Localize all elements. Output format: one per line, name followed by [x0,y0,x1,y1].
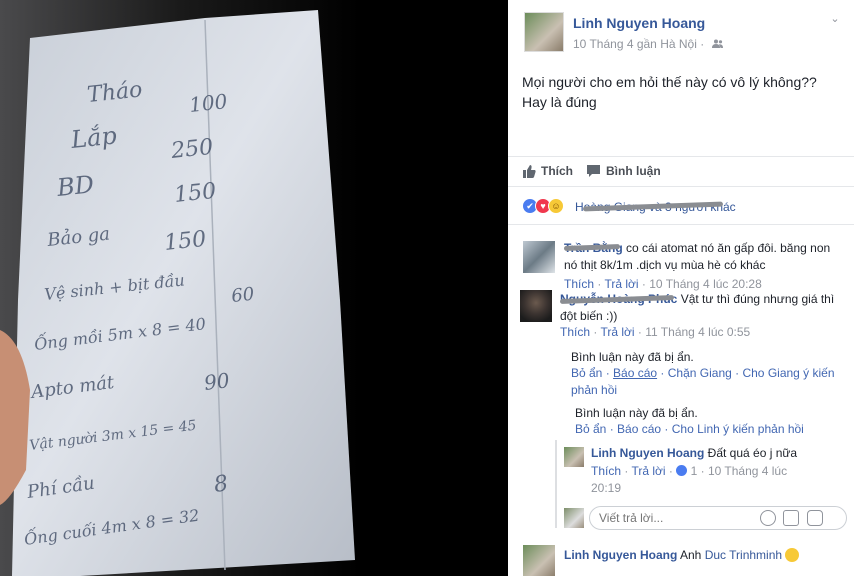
hidden-comment-note: Bình luận này đã bị ẩn. [571,350,694,364]
post-photo[interactable]: Tháo 100 Lắp 250 BD 150 Bảo ga 150 Vệ sinh + bịt… [0,0,508,576]
comment-button[interactable]: Bình luận [586,164,661,178]
comment-like-link[interactable]: Thích [560,325,590,339]
comment-time[interactable]: 10 Tháng 4 lúc 20:28 [649,277,762,291]
mention-link[interactable]: Duc Trinhminh [705,548,782,562]
hidden-comment-actions: Bỏ ẩn · Báo cáo · Chặn Giang · Cho Giang… [571,366,835,397]
note-line: 150 [173,179,217,208]
unhide-link[interactable]: Bỏ ẩn [571,366,602,380]
comment-actions: Thích · Trả lời · 11 Tháng 4 lúc 0:55 [560,325,751,339]
post-sidebar: Linh Nguyen Hoang 10 Tháng 4 gần Hà Nội … [508,0,854,576]
chevron-down-icon[interactable]: ⌄ [828,12,842,26]
comment-body: Linh Nguyen Hoang Anh Duc Trinhminh [564,547,849,564]
reply-reply-link[interactable]: Trả lời [631,464,665,478]
reply-text: Đất quá éo j nữa [707,446,798,460]
sad-emoji-icon [785,548,800,562]
post-author-name[interactable]: Linh Nguyen Hoang [573,15,705,31]
like-label: Thích [541,164,573,178]
note-line: Lắp [69,121,118,154]
reply-body: Linh Nguyen Hoang Đất quá éo j nữa [591,445,846,462]
haha-reaction-icon: ☺ [548,198,564,214]
comment-icon [586,164,601,178]
comment-time[interactable]: 11 Tháng 4 lúc 0:55 [645,325,750,339]
audience-icon[interactable] [711,37,723,51]
reply-actions: Thích · Trả lời · 1 · 10 Tháng 4 lúc 20:… [591,464,788,495]
report-link[interactable]: Báo cáo [613,366,657,380]
reply-like-link[interactable]: Thích [591,464,621,478]
comment-reply-link[interactable]: Trả lời [604,277,638,291]
note-line: 100 [188,89,229,117]
reply-author-avatar[interactable] [564,447,584,467]
commenter-avatar[interactable] [523,241,555,273]
emoji-icon[interactable] [760,510,776,526]
divider [508,186,854,187]
divider [508,224,854,225]
post-meta: 10 Tháng 4 gần Hà Nội · [573,37,723,51]
comment-prefix: Anh [680,548,702,562]
note-line: 150 [163,227,207,256]
commenter-avatar[interactable] [523,545,555,576]
commenter-avatar[interactable] [520,290,552,322]
comment-body: Nguyễn Hoàng Phúc Vật tư thì đúng nhưng … [560,291,845,325]
reply-like-count-value: 1 [690,464,698,478]
like-icon [522,164,536,178]
post-author-avatar[interactable] [524,12,564,52]
reply-like-count[interactable]: 1 [676,464,697,478]
reaction-icons[interactable]: ✔ ♥ ☺ [522,198,564,214]
hidden-comment-actions: Bỏ ẩn · Báo cáo · Cho Linh ý kiến phản h… [575,422,804,436]
note-line: 250 [169,135,214,164]
comment-like-link[interactable]: Thích [564,277,594,291]
unhide-link[interactable]: Bỏ ẩn [575,422,606,436]
paper-note-photo: Tháo 100Lắp 250BD 150Bảo ga 150Vệ sinh + bịt… [0,0,508,576]
note-line: BD [55,170,96,202]
like-reaction-icon [676,465,688,476]
camera-icon[interactable] [783,510,799,526]
hidden-comment-note: Bình luận này đã bị ẩn. [575,406,698,420]
comment-label: Bình luận [606,164,661,178]
divider [508,156,854,157]
commenter-name[interactable]: Linh Nguyen Hoang [564,548,677,562]
like-button[interactable]: Thích [522,164,573,178]
sticker-icon[interactable] [807,510,823,526]
report-link[interactable]: Báo cáo [617,422,661,436]
reply-author-name[interactable]: Linh Nguyen Hoang [591,446,704,460]
current-user-avatar [564,508,584,528]
feedback-link[interactable]: Cho Linh ý kiến phản hồi [672,422,804,436]
post-time-location[interactable]: 10 Tháng 4 gần Hà Nội · [573,37,708,51]
comment-reply-link[interactable]: Trả lời [600,325,634,339]
note-line: 90 [203,368,231,395]
note-line: 60 [230,284,255,307]
post-text: Mọi người cho em hỏi thế này có vô lý kh… [522,74,817,110]
block-link[interactable]: Chặn Giang [668,366,732,380]
reply-thread-line [555,440,557,528]
